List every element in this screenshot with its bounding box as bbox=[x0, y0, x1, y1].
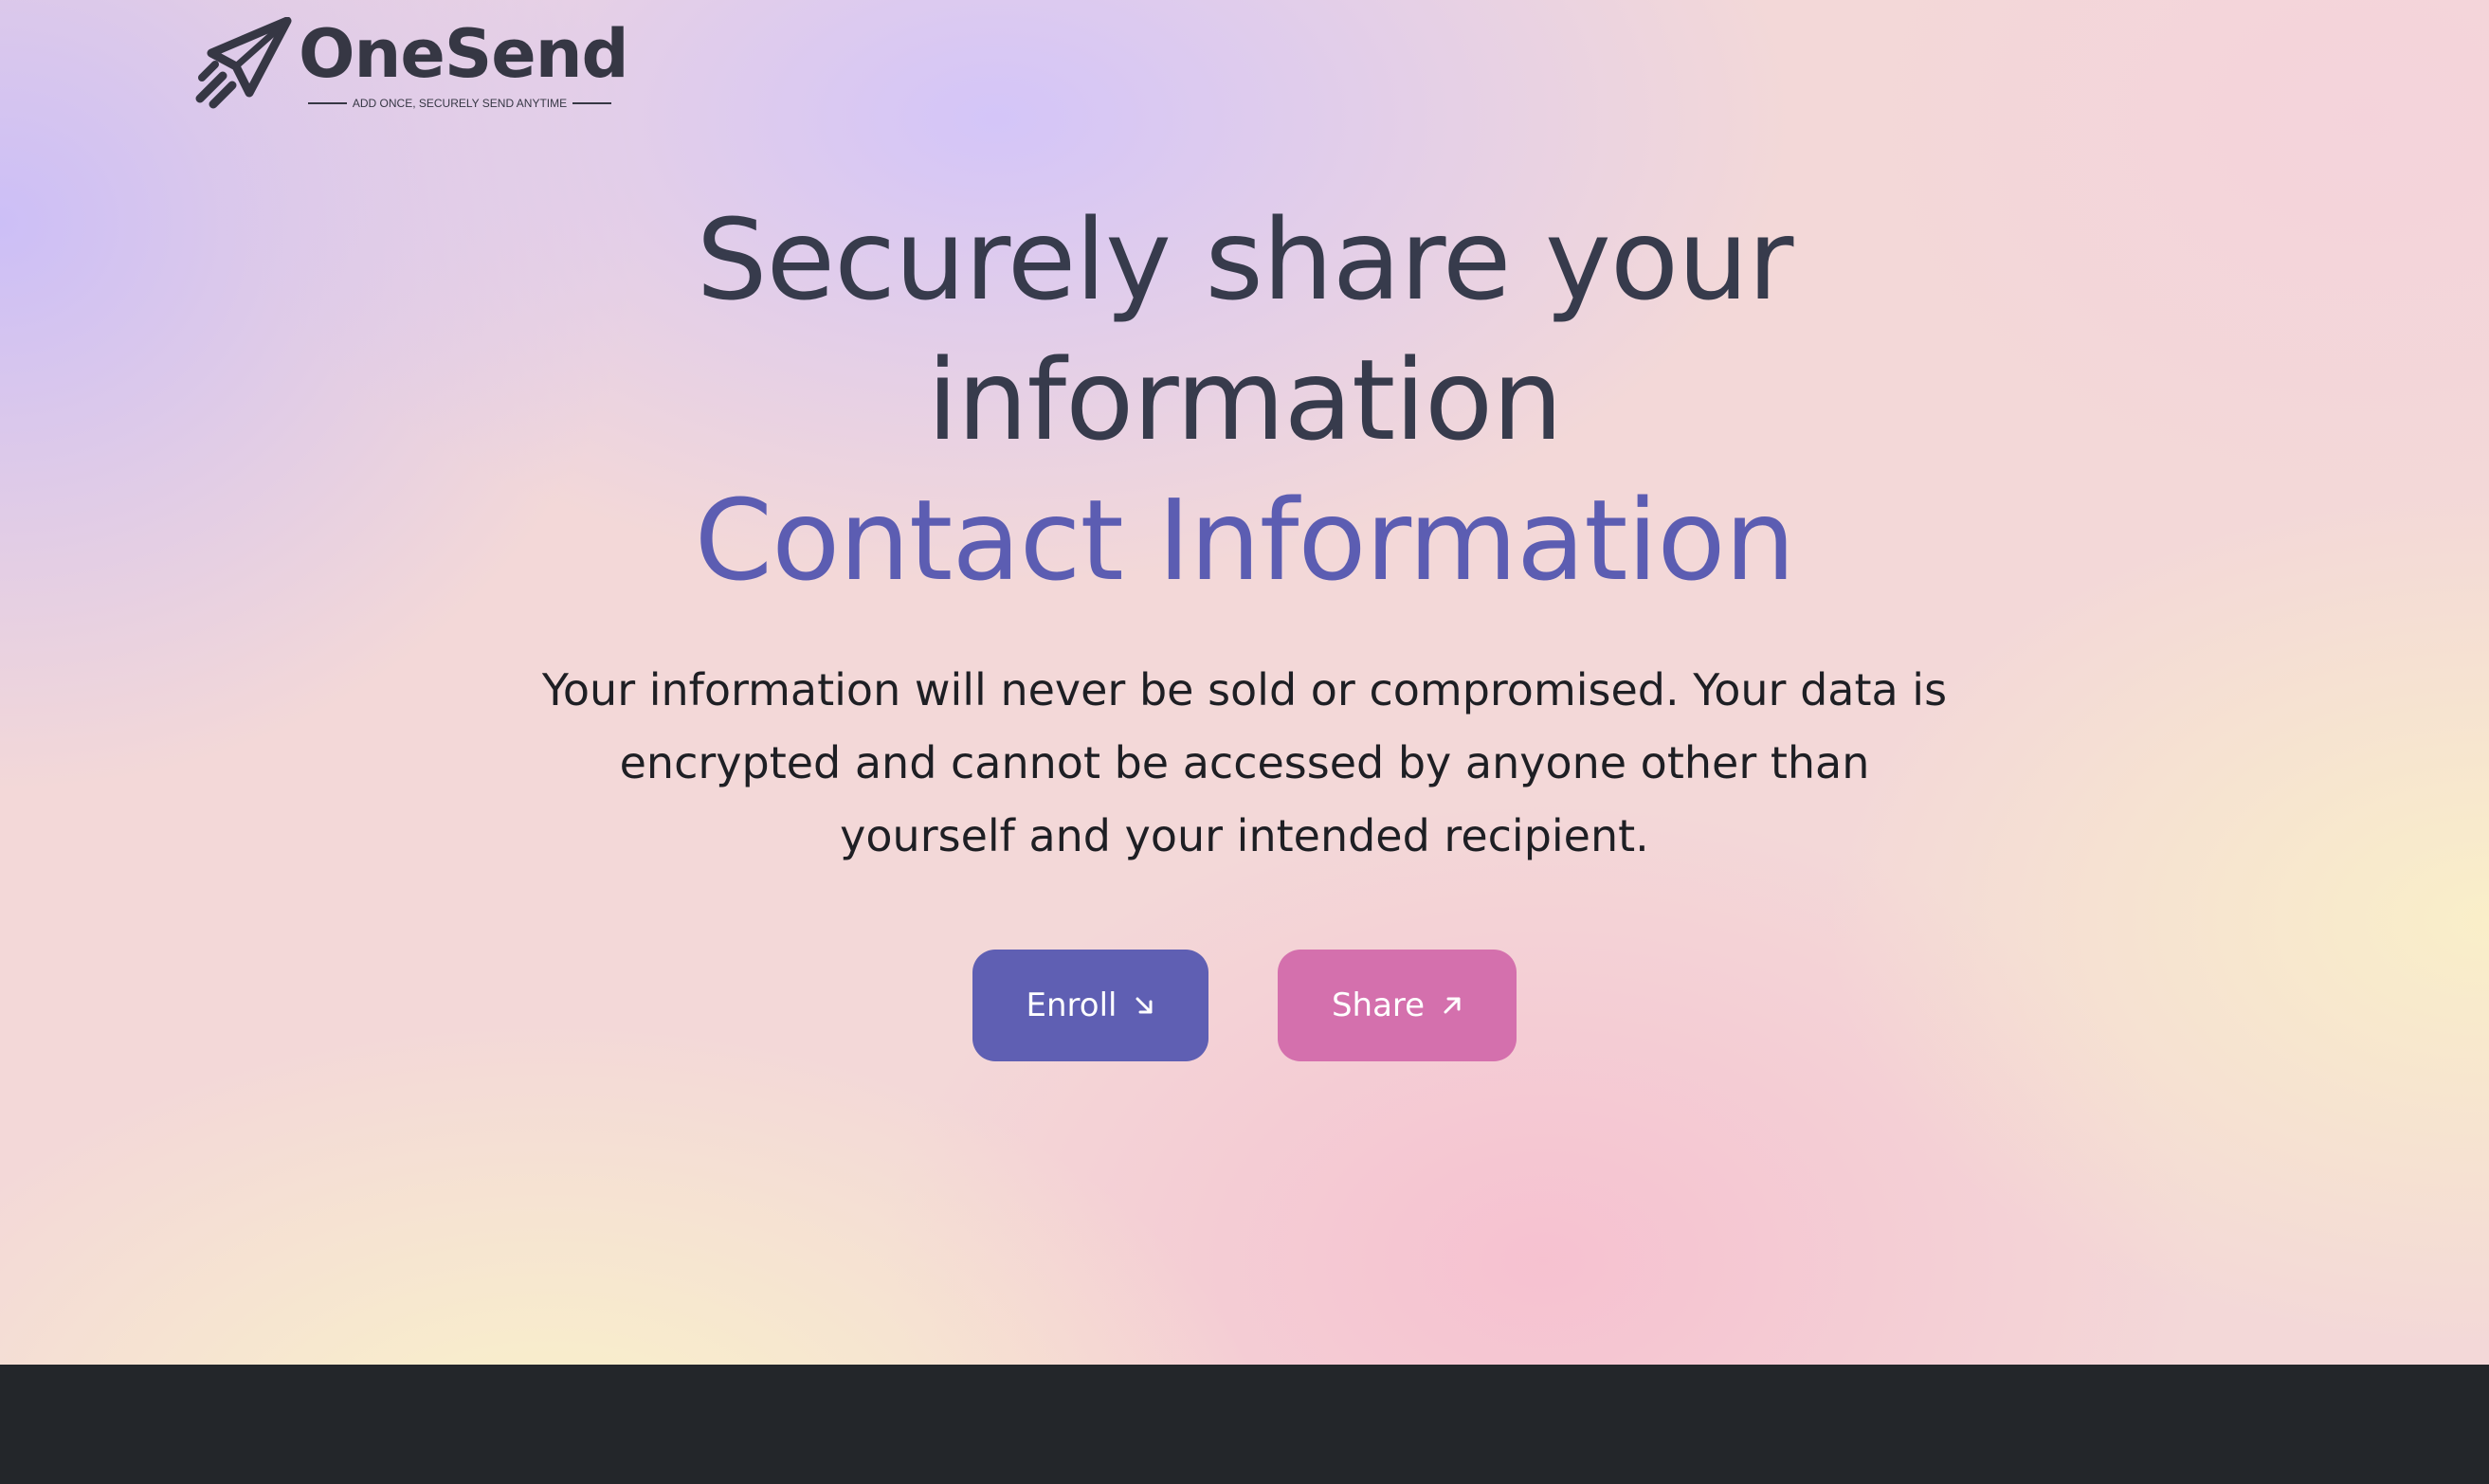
hero-title-line-2: information bbox=[926, 335, 1563, 465]
hero-description: Your information will never be sold or c… bbox=[0, 654, 2489, 873]
hero-title-highlight: Contact Information bbox=[694, 475, 1796, 606]
brand-logo[interactable]: OneSend ADD ONCE, SECURELY SEND ANYTIME bbox=[194, 16, 629, 112]
hero-description-line-3: yourself and your intended recipient. bbox=[840, 810, 1649, 861]
enroll-button[interactable]: Enroll bbox=[972, 950, 1208, 1061]
hero-description-line-1: Your information will never be sold or c… bbox=[541, 664, 1948, 715]
arrow-down-right-icon bbox=[1134, 995, 1154, 1016]
arrow-up-right-icon bbox=[1442, 995, 1463, 1016]
hero-title: Securely share your information Contact … bbox=[0, 190, 2489, 610]
brand-tagline: ADD ONCE, SECURELY SEND ANYTIME bbox=[308, 97, 611, 110]
tagline-rule-right bbox=[572, 102, 611, 104]
hero-section: OneSend ADD ONCE, SECURELY SEND ANYTIME … bbox=[0, 0, 2489, 1365]
page-footer bbox=[0, 1365, 2489, 1484]
share-button[interactable]: Share bbox=[1278, 950, 1517, 1061]
brand-tagline-text: ADD ONCE, SECURELY SEND ANYTIME bbox=[352, 97, 568, 110]
enroll-button-label: Enroll bbox=[1026, 986, 1117, 1024]
share-button-label: Share bbox=[1331, 986, 1426, 1024]
brand-name: OneSend bbox=[299, 15, 629, 93]
hero-title-line-1: Securely share your bbox=[696, 194, 1794, 325]
tagline-rule-left bbox=[308, 102, 347, 104]
hero-description-line-2: encrypted and cannot be accessed by anyo… bbox=[619, 737, 1870, 788]
paper-plane-icon bbox=[194, 16, 293, 112]
